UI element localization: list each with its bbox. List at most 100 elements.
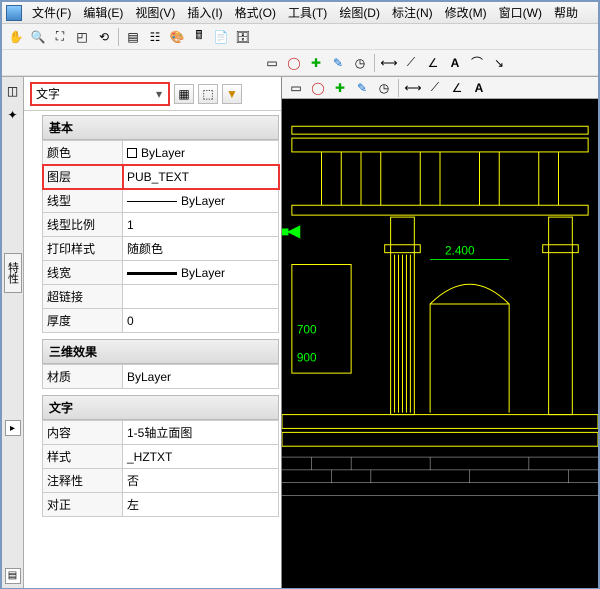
row-style: 样式_HZTXT: [43, 445, 279, 469]
row-linetype: 线型ByLayer: [43, 189, 279, 213]
row-material: 材质ByLayer: [43, 365, 279, 389]
menu-draw[interactable]: 绘图(D): [333, 2, 386, 23]
menu-annotate[interactable]: 标注(N): [386, 2, 439, 23]
drawing-canvas[interactable]: ▭ ◯ ✚ ✎ ◷ ⟷ ⟋ ∠ A: [282, 77, 598, 588]
menu-window[interactable]: 窗口(W): [493, 2, 548, 23]
menu-view[interactable]: 视图(V): [129, 2, 181, 23]
filter-icon[interactable]: ▼: [222, 84, 242, 104]
clock-icon[interactable]: ◷: [350, 53, 370, 73]
angle-icon[interactable]: ∠: [423, 53, 443, 73]
zoom-window-icon[interactable]: ◰: [72, 27, 92, 47]
edit-icon[interactable]: ✎: [328, 53, 348, 73]
drawing-area[interactable]: 2.400 700 900: [282, 99, 598, 588]
value-material[interactable]: ByLayer: [123, 365, 279, 389]
row-color: 颜色ByLayer: [43, 141, 279, 165]
row-lineweight: 线宽ByLayer: [43, 261, 279, 285]
label-layer: 图层: [43, 165, 123, 189]
zoom-extents-icon[interactable]: ⛶: [50, 27, 70, 47]
label-annotative: 注释性: [43, 469, 123, 493]
node-icon[interactable]: ✚: [306, 53, 326, 73]
toolbar-row-2: ▭ ◯ ✚ ✎ ◷ ⟷ ⟋ ∠ A ⌒ ↘: [2, 50, 598, 76]
dim-2400: 2.400: [445, 244, 475, 258]
separator: [118, 28, 119, 46]
sheet-icon[interactable]: 📄: [211, 27, 231, 47]
select-objects-icon[interactable]: ⬚: [198, 84, 218, 104]
props-icon[interactable]: ☷: [145, 27, 165, 47]
text-icon[interactable]: A: [469, 78, 489, 98]
pan-icon[interactable]: ✋: [6, 27, 26, 47]
value-ltscale[interactable]: 1: [123, 213, 279, 237]
label-thickness: 厚度: [43, 309, 123, 333]
label-lineweight: 线宽: [43, 261, 123, 285]
separator: [398, 79, 399, 97]
menu-edit[interactable]: 编辑(E): [77, 2, 129, 23]
palette-icon[interactable]: 🎨: [167, 27, 187, 47]
row-justify: 对正左: [43, 493, 279, 517]
collapse-left-icon[interactable]: ▸: [5, 420, 21, 436]
dim-align-icon[interactable]: ⟋: [401, 53, 421, 73]
main-area: ◫ ✦ 特性 ▸ ▤ 文字 ▾ ▦ ⬚ ▼ 基本 颜色ByLayer 图层PUB…: [2, 77, 598, 588]
menu-insert[interactable]: 插入(I): [181, 2, 228, 23]
tab-properties[interactable]: 特性: [4, 253, 22, 293]
value-color[interactable]: ByLayer: [123, 141, 279, 165]
row-annotative: 注释性否: [43, 469, 279, 493]
row-hyperlink: 超链接: [43, 285, 279, 309]
palette-toggle-icon[interactable]: ◫: [3, 81, 23, 101]
separator: [374, 54, 375, 72]
section-3d[interactable]: 三维效果: [42, 339, 279, 364]
row-plotstyle: 打印样式随颜色: [43, 237, 279, 261]
label-material: 材质: [43, 365, 123, 389]
row-ltscale: 线型比例1: [43, 213, 279, 237]
value-thickness[interactable]: 0: [123, 309, 279, 333]
menu-format[interactable]: 格式(O): [229, 2, 282, 23]
layer-icon[interactable]: ▤: [123, 27, 143, 47]
zoom-prev-icon[interactable]: ⟲: [94, 27, 114, 47]
clock-icon[interactable]: ◷: [374, 78, 394, 98]
value-plotstyle[interactable]: 随颜色: [123, 237, 279, 261]
calc-icon[interactable]: 🖩: [189, 27, 209, 47]
menu-help[interactable]: 帮助: [548, 2, 584, 23]
dim-900: 900: [297, 350, 317, 364]
quick-select-icon[interactable]: ▦: [174, 84, 194, 104]
chevron-down-icon: ▾: [152, 87, 166, 101]
elevation-drawing: 2.400 700 900: [282, 99, 598, 588]
leader-icon[interactable]: ↘: [489, 53, 509, 73]
value-lineweight[interactable]: ByLayer: [123, 261, 279, 285]
value-style[interactable]: _HZTXT: [123, 445, 279, 469]
properties-panel: 文字 ▾ ▦ ⬚ ▼ 基本 颜色ByLayer 图层PUB_TEXT 线型ByL…: [24, 77, 282, 588]
section-text[interactable]: 文字: [42, 395, 279, 420]
circle-icon[interactable]: ◯: [284, 53, 304, 73]
label-style: 样式: [43, 445, 123, 469]
value-annotative[interactable]: 否: [123, 469, 279, 493]
db-icon[interactable]: 🗄: [233, 27, 253, 47]
zoom-in-icon[interactable]: 🔍: [28, 27, 48, 47]
menu-file[interactable]: 文件(F): [26, 2, 77, 23]
dim-h-icon[interactable]: ⟷: [403, 78, 423, 98]
plus-icon[interactable]: ✚: [330, 78, 350, 98]
menu-modify[interactable]: 修改(M): [439, 2, 493, 23]
label-justify: 对正: [43, 493, 123, 517]
section-basic[interactable]: 基本: [42, 115, 279, 140]
value-content[interactable]: 1-5轴立面图: [123, 421, 279, 445]
row-layer: 图层PUB_TEXT: [43, 165, 279, 189]
palette-gear-icon[interactable]: ✦: [3, 105, 23, 125]
circle-icon[interactable]: ◯: [308, 78, 328, 98]
table-3d: 材质ByLayer: [42, 364, 279, 389]
properties-body: 基本 颜色ByLayer 图层PUB_TEXT 线型ByLayer 线型比例1 …: [24, 111, 281, 588]
text-a-icon[interactable]: A: [445, 53, 465, 73]
arc-icon[interactable]: ⌒: [467, 53, 487, 73]
angle-icon[interactable]: ∠: [447, 78, 467, 98]
value-hyperlink[interactable]: [123, 285, 279, 309]
label-plotstyle: 打印样式: [43, 237, 123, 261]
value-justify[interactable]: 左: [123, 493, 279, 517]
dim-d-icon[interactable]: ⟋: [425, 78, 445, 98]
menu-tools[interactable]: 工具(T): [282, 2, 333, 23]
value-layer[interactable]: PUB_TEXT: [123, 165, 279, 189]
dim-linear-icon[interactable]: ⟷: [379, 53, 399, 73]
box-icon[interactable]: ▭: [286, 78, 306, 98]
value-linetype[interactable]: ByLayer: [123, 189, 279, 213]
dock-icon[interactable]: ▤: [5, 568, 21, 584]
box-icon[interactable]: ▭: [262, 53, 282, 73]
object-type-selector[interactable]: 文字 ▾: [30, 82, 170, 106]
edit-icon[interactable]: ✎: [352, 78, 372, 98]
